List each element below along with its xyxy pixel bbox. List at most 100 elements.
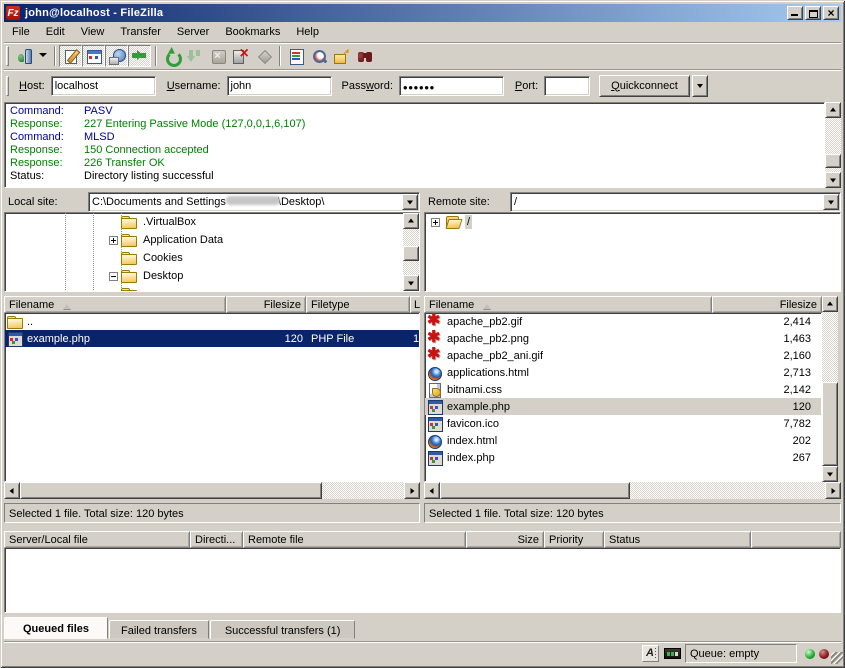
column-priority[interactable]: Priority [544, 531, 604, 548]
local-file-row[interactable]: example.php 120 PHP File 1 [5, 330, 419, 347]
speed-limits-icon[interactable] [664, 648, 681, 659]
file-icon [7, 314, 23, 330]
local-site-row: Local site: C:\Documents and Settings\De… [4, 192, 420, 212]
toolbar-button[interactable] [229, 45, 252, 67]
remote-file-row[interactable]: favicon.ico 7,782 [425, 415, 821, 432]
log-line: Status:Directory listing successful [10, 170, 824, 183]
menu-item[interactable]: Edit [38, 24, 73, 40]
port-input[interactable] [544, 76, 590, 96]
remote-file-row[interactable]: index.html 202 [425, 432, 821, 449]
minimize-button[interactable] [787, 6, 803, 20]
toolbar-button[interactable] [307, 45, 330, 67]
queue-tab[interactable]: Failed transfers [109, 620, 209, 639]
queue-tab[interactable]: Successful transfers (1) [210, 620, 356, 639]
redacted-username [226, 196, 280, 205]
file-icon [427, 416, 443, 432]
toolbar-button[interactable] [183, 45, 206, 67]
local-combo-dropdown[interactable] [402, 194, 418, 210]
toolbar-button[interactable] [128, 45, 151, 67]
toolbar-button[interactable] [13, 45, 36, 67]
password-input[interactable]: ●●●●●● [399, 76, 504, 96]
column-direction[interactable]: Directi... [190, 531, 243, 548]
column-filename[interactable]: Filename [4, 296, 226, 313]
menu-item[interactable]: File [4, 24, 38, 40]
log-scrollbar[interactable] [825, 102, 841, 188]
toolbar-button[interactable] [275, 45, 284, 67]
file-icon [427, 433, 443, 449]
column-filesize[interactable]: Filesize [712, 296, 822, 313]
queue-tab[interactable]: Queued files [4, 617, 108, 639]
column-filetype[interactable]: Filetype [306, 296, 410, 313]
title-bar[interactable]: Fz john@localhost - FileZilla × [4, 4, 841, 22]
remote-tree-item[interactable]: / [425, 213, 840, 231]
column-size[interactable]: Size [466, 531, 544, 548]
toolbar-button[interactable] [82, 45, 105, 67]
toolbar-button[interactable] [252, 45, 275, 67]
column-filesize[interactable]: Filesize [226, 296, 306, 313]
quickconnect-button[interactable]: Quickconnect [599, 75, 690, 97]
menu-item[interactable]: Bookmarks [217, 24, 288, 40]
toolbar-grip[interactable] [6, 46, 9, 66]
transfer-type-icon[interactable] [642, 645, 659, 662]
remote-combo-dropdown[interactable] [823, 194, 839, 210]
local-tree: .VirtualBoxApplication DataCookiesDeskto… [4, 212, 420, 292]
local-tree-scrollbar[interactable] [403, 213, 419, 291]
tree-expander[interactable] [431, 218, 440, 227]
column-remote-file[interactable]: Remote file [243, 531, 466, 548]
filezilla-logo-icon: Fz [6, 6, 20, 20]
local-tree-item[interactable] [5, 285, 403, 292]
toolbar-button[interactable] [151, 45, 160, 67]
local-file-row[interactable]: .. [5, 313, 419, 330]
toolbar-button[interactable] [353, 45, 376, 67]
maximize-button[interactable] [805, 6, 821, 20]
remote-file-row[interactable]: example.php 120 [425, 398, 821, 415]
remote-list-scrollbar[interactable] [822, 296, 838, 482]
quickconnect-dropdown-button[interactable] [692, 75, 708, 97]
quickbar-grip[interactable] [6, 76, 9, 96]
maximize-icon [809, 10, 818, 18]
username-input[interactable]: john [227, 76, 332, 96]
toolbar-button[interactable] [206, 45, 229, 67]
remote-file-row[interactable]: applications.html 2,713 [425, 364, 821, 381]
column-status[interactable]: Status [604, 531, 751, 548]
menu-item[interactable]: View [73, 24, 113, 40]
local-tree-item[interactable]: Desktop [5, 267, 403, 285]
file-icon [427, 382, 443, 398]
toolbar-button[interactable] [36, 45, 50, 67]
toolbar-buttons [13, 45, 376, 67]
local-tree-item[interactable]: .VirtualBox [5, 213, 403, 231]
remote-file-row[interactable]: apache_pb2.png 1,463 [425, 330, 821, 347]
column-lastmodified[interactable]: L [410, 296, 420, 313]
remote-file-row[interactable]: bitnami.css 2,142 [425, 381, 821, 398]
local-site-combo[interactable]: C:\Documents and Settings\Desktop\ [88, 192, 420, 212]
remote-file-row[interactable]: index.php 267 [425, 449, 821, 466]
menu-item[interactable]: Help [288, 24, 327, 40]
file-icon [427, 331, 443, 347]
local-tree-item[interactable]: Cookies [5, 249, 403, 267]
remote-path: / [511, 193, 822, 211]
remote-site-combo[interactable]: / [510, 192, 841, 212]
toolbar-button[interactable] [59, 45, 82, 67]
local-tree-item[interactable]: Application Data [5, 231, 403, 249]
file-icon [427, 399, 443, 415]
tree-expander[interactable] [109, 236, 118, 245]
column-filename[interactable]: Filename [424, 296, 712, 313]
resize-grip[interactable] [831, 652, 843, 664]
toolbar-button[interactable] [330, 45, 353, 67]
menu-item[interactable]: Server [169, 24, 217, 40]
host-input[interactable]: localhost [51, 76, 156, 96]
remote-file-list: apache_pb2.gif 2,414 apache_pb2.png 1,46… [424, 313, 822, 482]
toolbar-button[interactable] [105, 45, 128, 67]
remote-hscrollbar[interactable] [424, 482, 841, 499]
remote-file-row[interactable]: apache_pb2_ani.gif 2,160 [425, 347, 821, 364]
file-icon [7, 331, 23, 347]
close-button[interactable]: × [823, 6, 839, 20]
local-hscrollbar[interactable] [4, 482, 420, 499]
column-server-local-file[interactable]: Server/Local file [4, 531, 190, 548]
toolbar-button[interactable] [50, 45, 59, 67]
menu-item[interactable]: Transfer [112, 24, 169, 40]
toolbar-button[interactable] [160, 45, 183, 67]
tree-expander[interactable] [109, 272, 118, 281]
remote-file-row[interactable]: apache_pb2.gif 2,414 [425, 313, 821, 330]
toolbar-button[interactable] [284, 45, 307, 67]
